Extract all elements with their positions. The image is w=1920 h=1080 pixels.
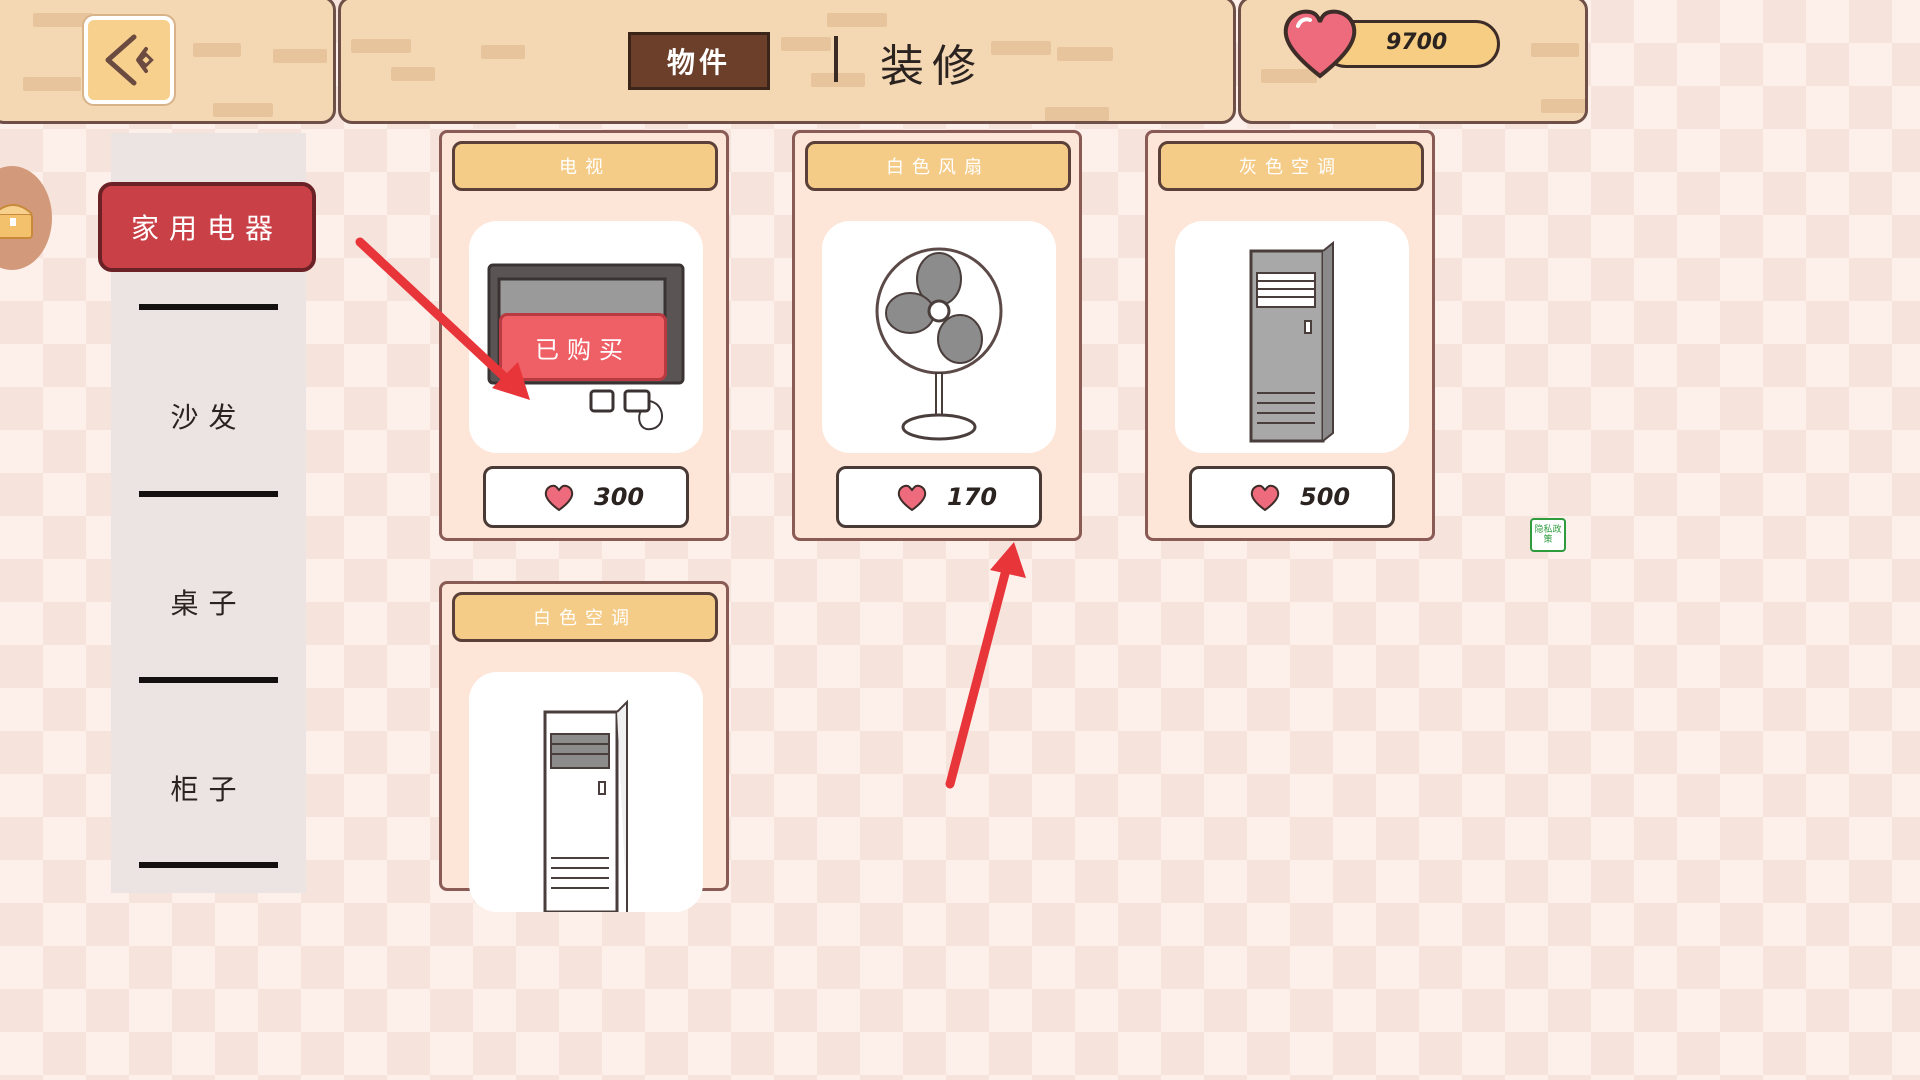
brick	[1045, 107, 1109, 121]
brick	[1057, 47, 1113, 61]
item-image	[1175, 221, 1409, 453]
item-name: 灰色空调	[1158, 141, 1424, 191]
brick	[23, 77, 81, 91]
category-divider	[139, 862, 278, 868]
currency-value: 9700	[1386, 30, 1448, 55]
white-ac-icon	[543, 699, 628, 912]
brick	[193, 43, 241, 57]
tab-divider	[834, 36, 838, 82]
tab-decorate[interactable]: 装修	[880, 32, 984, 92]
category-divider	[139, 491, 278, 497]
category-divider	[139, 677, 278, 683]
item-card-white-fan[interactable]: 白色风扇 170	[792, 130, 1082, 541]
brick	[827, 13, 887, 27]
category-divider	[139, 304, 278, 310]
price-box: 170	[836, 466, 1042, 528]
item-image	[469, 672, 703, 912]
brick	[481, 45, 525, 59]
brick	[991, 41, 1051, 55]
brick	[273, 49, 327, 63]
back-arrow-icon	[105, 34, 154, 86]
category-cabinet[interactable]: 柜子	[111, 768, 306, 808]
price-value: 500	[1300, 483, 1351, 511]
brick	[781, 37, 831, 51]
fan-icon	[875, 247, 1003, 441]
price-box: 300	[483, 466, 689, 528]
category-sofa[interactable]: 沙发	[111, 396, 306, 436]
purchased-badge: 已购买	[499, 313, 667, 381]
item-name: 电视	[452, 141, 718, 191]
header-center-panel	[338, 0, 1236, 124]
price-value: 170	[947, 483, 998, 511]
treasure-chest-icon[interactable]	[0, 166, 52, 270]
annotation-arrow-head	[990, 542, 1026, 578]
brick	[351, 39, 411, 53]
item-name: 白色风扇	[805, 141, 1071, 191]
annotation-arrow-line	[945, 561, 1012, 789]
item-image	[822, 221, 1056, 453]
item-name: 白色空调	[452, 592, 718, 642]
tab-items[interactable]: 物件	[628, 32, 770, 90]
heart-icon	[897, 484, 927, 512]
item-card-gray-ac[interactable]: 灰色空调 500	[1145, 130, 1435, 541]
item-card-tv[interactable]: 电视 已购买 300	[439, 130, 729, 541]
privacy-policy-button[interactable]: 隐私政策	[1530, 518, 1566, 552]
brick	[1541, 99, 1585, 113]
category-table[interactable]: 桌子	[111, 582, 306, 622]
price-value: 300	[594, 483, 645, 511]
gray-ac-icon	[1249, 240, 1334, 443]
chest-shape	[0, 204, 33, 239]
heart-icon	[1283, 9, 1357, 79]
category-home-appliances[interactable]: 家用电器	[98, 182, 316, 272]
brick	[1531, 43, 1579, 57]
price-box: 500	[1189, 466, 1395, 528]
brick	[811, 73, 865, 87]
back-button[interactable]	[84, 16, 174, 104]
heart-icon	[1250, 484, 1280, 512]
brick	[213, 103, 273, 117]
heart-icon	[544, 484, 574, 512]
item-image: 已购买	[469, 221, 703, 453]
brick	[391, 67, 435, 81]
item-card-white-ac[interactable]: 白色空调	[439, 581, 729, 912]
